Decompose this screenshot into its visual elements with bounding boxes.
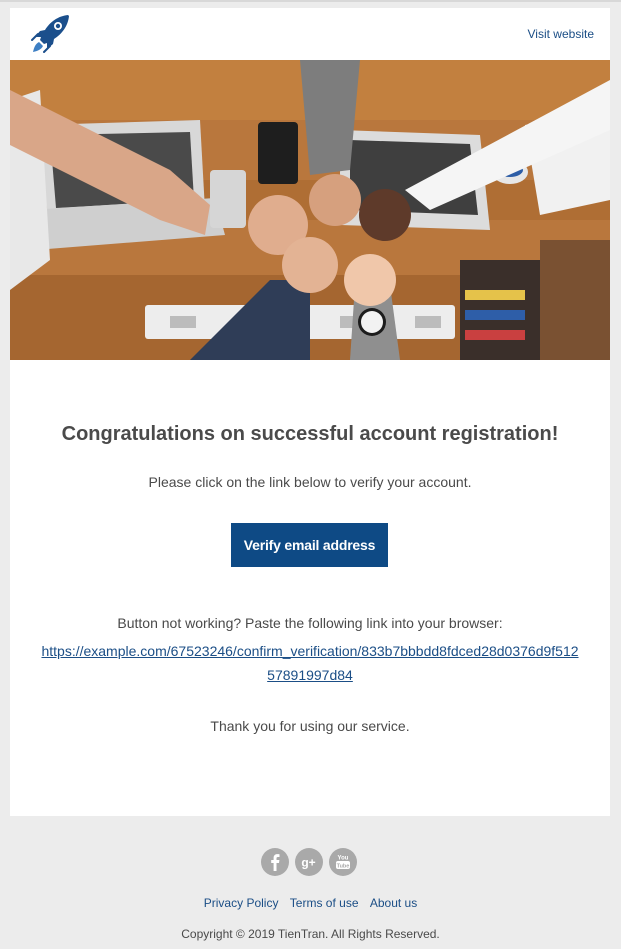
visit-website-link[interactable]: Visit website (528, 27, 594, 41)
youtube-icon[interactable]: You Tube (329, 848, 357, 876)
hero-image (10, 60, 610, 360)
copyright-text: Copyright © 2019 TienTran. All Rights Re… (181, 927, 440, 941)
svg-text:You: You (338, 856, 349, 862)
privacy-policy-link[interactable]: Privacy Policy (204, 896, 279, 910)
rocket-icon[interactable] (30, 12, 72, 54)
terms-of-use-link[interactable]: Terms of use (290, 896, 359, 910)
email-header: Visit website (10, 8, 610, 60)
social-links: g+ You Tube (261, 848, 361, 878)
verify-email-button[interactable]: Verify email address (231, 523, 388, 567)
svg-text:g+: g+ (301, 856, 315, 870)
intro-text: Please click on the link below to verify… (148, 474, 472, 490)
about-us-link[interactable]: About us (370, 896, 417, 910)
verification-link[interactable]: https://example.com/67523246/confirm_ver… (38, 639, 582, 687)
svg-text:Tube: Tube (337, 863, 350, 869)
top-divider (0, 0, 621, 2)
thanks-text: Thank you for using our service. (210, 718, 410, 734)
google-plus-icon[interactable]: g+ (295, 848, 323, 876)
facebook-icon[interactable] (261, 848, 289, 876)
fallback-text: Button not working? Paste the following … (117, 615, 503, 631)
footer-links: Privacy Policy Terms of use About us (0, 896, 621, 910)
page-title: Congratulations on successful account re… (61, 423, 559, 445)
email-card: Visit website Congratulations on success… (10, 8, 610, 816)
